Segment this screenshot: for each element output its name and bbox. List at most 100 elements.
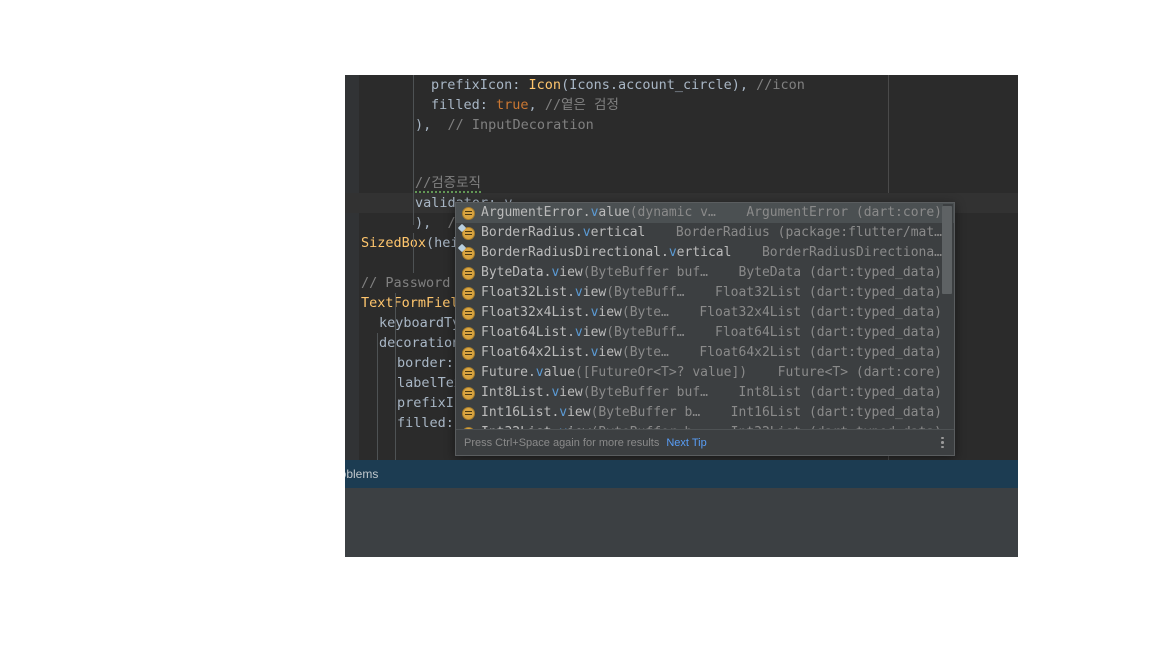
completion-item[interactable]: Future.value([FutureOr<T>? value]) Future… bbox=[456, 363, 954, 383]
indent-guide bbox=[413, 233, 414, 273]
completion-type: Float32List (dart:typed_data) bbox=[715, 285, 942, 300]
completion-item[interactable]: BorderRadiusDirectional.vertical BorderRa… bbox=[456, 243, 954, 263]
code-token: true bbox=[496, 97, 529, 113]
dart-method-icon bbox=[462, 306, 475, 320]
completion-type: Future<T> (dart:core) bbox=[777, 365, 942, 380]
code-token: // InputDecoration bbox=[447, 117, 594, 133]
completion-label: ArgumentError.value(dynamic v… bbox=[481, 205, 716, 220]
code-token: Icon bbox=[528, 77, 562, 93]
popup-scrollbar-thumb[interactable] bbox=[942, 206, 952, 294]
code-token: labelTex bbox=[397, 375, 463, 391]
code-line: SizedBox(hei bbox=[345, 233, 459, 253]
completion-item[interactable]: Float64x2List.view(Byte… Float64x2List (d… bbox=[456, 343, 954, 363]
code-line: decoration bbox=[345, 333, 460, 353]
completion-item[interactable]: Int8List.view(ByteBuffer buf… Int8List (d… bbox=[456, 383, 954, 403]
dart-method-icon bbox=[457, 243, 475, 260]
code-token: border: bbox=[397, 355, 463, 371]
code-line: border: bbox=[345, 353, 462, 373]
status-bar-text: problems bbox=[345, 467, 379, 481]
code-line: labelTex bbox=[345, 373, 462, 393]
completion-item[interactable]: Float32x4List.view(Byte… Float32x4List (d… bbox=[456, 303, 954, 323]
autocomplete-footer: Press Ctrl+Space again for more results … bbox=[456, 429, 954, 455]
completion-label: BorderRadiusDirectional.vertical bbox=[481, 245, 732, 260]
code-token: filled: bbox=[431, 97, 497, 113]
autocomplete-popup[interactable]: ArgumentError.value(dynamic v… ArgumentEr… bbox=[455, 202, 955, 456]
code-line: TextFormFiel bbox=[345, 293, 459, 313]
import-badge-icon bbox=[457, 243, 467, 252]
code-token: TextFormFiel bbox=[361, 295, 459, 311]
indent-guide bbox=[395, 293, 396, 460]
autocomplete-hint-text: Press Ctrl+Space again for more results bbox=[464, 436, 660, 449]
completion-type: ByteData (dart:typed_data) bbox=[738, 265, 943, 280]
completion-label: Float64List.view(ByteBuff… bbox=[481, 325, 685, 340]
code-token: prefixIcon: bbox=[431, 77, 529, 93]
code-token: ( bbox=[561, 77, 570, 93]
completion-type: BorderRadius (package:flutter/mat… bbox=[675, 225, 942, 240]
code-line: ), // InputDecoration bbox=[345, 115, 594, 135]
import-badge-icon bbox=[457, 223, 467, 232]
completion-type: Float32x4List (dart:typed_data) bbox=[699, 305, 942, 320]
completion-item[interactable]: ArgumentError.value(dynamic v… ArgumentEr… bbox=[456, 203, 954, 223]
completion-type: Int8List (dart:typed_data) bbox=[738, 385, 943, 400]
code-line: keyboardTy bbox=[345, 313, 460, 333]
status-bar[interactable]: problems bbox=[345, 460, 1018, 488]
dart-method-icon bbox=[462, 286, 475, 300]
code-token: ( bbox=[426, 235, 435, 251]
dart-method-icon bbox=[462, 406, 475, 420]
code-token: ), bbox=[415, 117, 448, 133]
completion-type: ArgumentError (dart:core) bbox=[746, 205, 942, 220]
completion-label: Future.value([FutureOr<T>? value]) bbox=[481, 365, 748, 380]
code-token: //icon bbox=[756, 77, 805, 93]
code-token: , bbox=[528, 97, 545, 113]
dart-method-icon bbox=[457, 223, 475, 240]
completion-item[interactable]: Int16List.view(ByteBuffer b… Int16List (d… bbox=[456, 403, 954, 423]
code-token: ), bbox=[415, 215, 448, 231]
popup-scrollbar-track[interactable] bbox=[942, 204, 953, 430]
code-token: filled: bbox=[397, 415, 454, 431]
screenshot-root: prefixIcon: Icon(Icons.account_circle), … bbox=[0, 0, 1152, 648]
completion-label: Int16List.view(ByteBuffer b… bbox=[481, 405, 701, 420]
code-token: ), bbox=[731, 77, 757, 93]
completion-type: Float64x2List (dart:typed_data) bbox=[699, 345, 942, 360]
completion-type: Float64List (dart:typed_data) bbox=[715, 325, 942, 340]
completion-label: ByteData.view(ByteBuffer buf… bbox=[481, 265, 708, 280]
completion-item[interactable]: ByteData.view(ByteBuffer buf… ByteData (d… bbox=[456, 263, 954, 283]
dart-method-icon bbox=[462, 366, 475, 380]
code-token: Icons.account_circle bbox=[569, 77, 732, 93]
completion-item[interactable]: Float64List.view(ByteBuff… Float64List (d… bbox=[456, 323, 954, 343]
code-token: prefixIc bbox=[397, 395, 463, 411]
code-line: // Password bbox=[345, 273, 450, 293]
completion-label: Float64x2List.view(Byte… bbox=[481, 345, 669, 360]
dart-method-icon bbox=[462, 346, 475, 360]
completion-item[interactable]: BorderRadius.vertical BorderRadius (packa… bbox=[456, 223, 954, 243]
indent-guide bbox=[413, 75, 414, 225]
completion-label: Float32List.view(ByteBuff… bbox=[481, 285, 685, 300]
code-line: filled: bbox=[345, 413, 454, 433]
code-line: filled: true, //옅은 검정 bbox=[345, 95, 619, 115]
code-token: keyboardTy bbox=[379, 315, 461, 331]
code-line: prefixIc bbox=[345, 393, 462, 413]
completion-item[interactable]: Float32List.view(ByteBuff… Float32List (d… bbox=[456, 283, 954, 303]
code-token: //옅은 검정 bbox=[544, 97, 619, 113]
completion-label: Float32x4List.view(Byte… bbox=[481, 305, 669, 320]
completion-label: Int8List.view(ByteBuffer buf… bbox=[481, 385, 708, 400]
code-token: decoration bbox=[379, 335, 461, 351]
completion-label: BorderRadius.vertical bbox=[481, 225, 646, 240]
dart-method-icon bbox=[462, 386, 475, 400]
lower-tool-panel bbox=[345, 488, 1018, 557]
code-token: SizedBox bbox=[361, 235, 427, 251]
next-tip-link[interactable]: Next Tip bbox=[666, 437, 706, 449]
dart-method-icon bbox=[462, 206, 475, 220]
completion-list[interactable]: ArgumentError.value(dynamic v… ArgumentEr… bbox=[456, 203, 954, 429]
more-options-icon[interactable] bbox=[937, 436, 947, 450]
completion-type: BorderRadiusDirectiona… bbox=[761, 245, 942, 260]
completion-type: Int16List (dart:typed_data) bbox=[730, 405, 942, 420]
code-token: // Password bbox=[361, 275, 451, 291]
ide-window: prefixIcon: Icon(Icons.account_circle), … bbox=[345, 75, 1018, 557]
dart-method-icon bbox=[462, 326, 475, 340]
code-token: //검증로직 bbox=[415, 175, 481, 193]
dart-method-icon bbox=[462, 266, 475, 280]
